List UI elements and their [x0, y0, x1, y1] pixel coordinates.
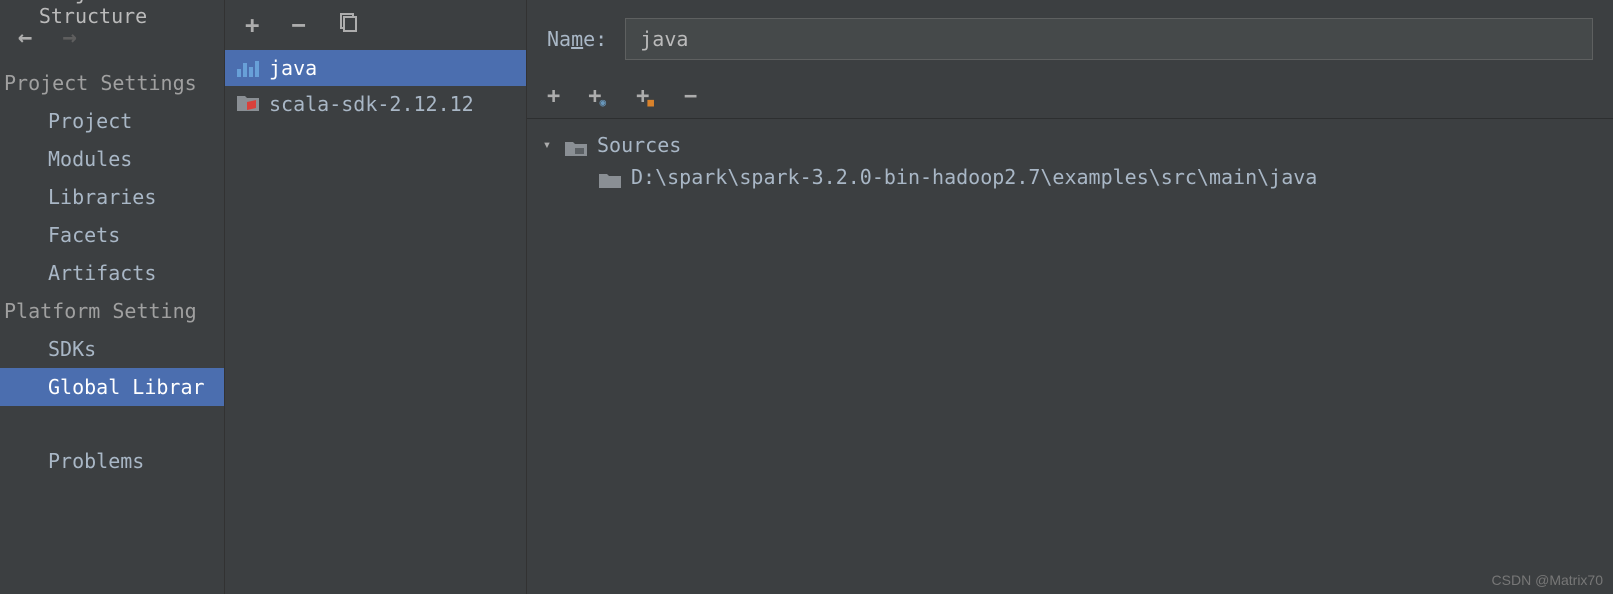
forward-arrow-icon[interactable]: →: [62, 25, 76, 49]
section-project-settings: Project Settings: [0, 64, 224, 102]
add-library-icon[interactable]: +: [245, 13, 259, 37]
nav-arrows: ← →: [0, 14, 224, 64]
sidebar-item-modules[interactable]: Modules: [0, 140, 224, 178]
scala-folder-icon: [237, 92, 259, 116]
sidebar-item-facets[interactable]: Facets: [0, 216, 224, 254]
sources-folder-icon: [565, 137, 587, 153]
tree-child-path[interactable]: D:\spark\spark-3.2.0-bin-hadoop2.7\examp…: [539, 161, 1601, 193]
sources-toolbar: + +◉ +■ −: [527, 78, 1613, 119]
remove-library-icon[interactable]: −: [291, 13, 305, 37]
java-library-icon: [237, 59, 259, 77]
section-platform-settings: Platform Setting: [0, 292, 224, 330]
sources-tree: ▾ Sources D:\spark\spark-3.2.0-bin-hadoo…: [527, 119, 1613, 203]
sidebar-item-global-libraries[interactable]: Global Librar: [0, 368, 224, 406]
sidebar-item-problems[interactable]: Problems: [0, 442, 224, 480]
name-input[interactable]: [625, 18, 1593, 60]
library-item-java[interactable]: java: [225, 50, 526, 86]
window-title-bar: Project Structure: [0, 0, 224, 14]
sidebar: Project Structure ← → Project Settings P…: [0, 0, 225, 594]
add-url-icon[interactable]: +◉: [588, 86, 608, 108]
watermark: CSDN @Matrix70: [1492, 572, 1603, 588]
library-toolbar: + −: [225, 0, 526, 50]
remove-item-icon[interactable]: −: [684, 86, 697, 108]
library-list: java scala-sdk-2.12.12: [225, 50, 526, 594]
library-item-scala-sdk[interactable]: scala-sdk-2.12.12: [225, 86, 526, 122]
name-row: Name:: [527, 0, 1613, 78]
sidebar-item-project[interactable]: Project: [0, 102, 224, 140]
tree-root-label: Sources: [597, 133, 681, 157]
name-label: Name:: [547, 27, 607, 51]
sidebar-item-libraries[interactable]: Libraries: [0, 178, 224, 216]
library-item-label: scala-sdk-2.12.12: [269, 92, 474, 116]
library-item-label: java: [269, 56, 317, 80]
tree-child-label: D:\spark\spark-3.2.0-bin-hadoop2.7\examp…: [631, 165, 1317, 189]
add-item-icon[interactable]: +: [547, 86, 560, 108]
library-details-panel: Name: + +◉ +■ − ▾ Sources: [527, 0, 1613, 594]
add-folder-icon[interactable]: +■: [636, 86, 656, 108]
sidebar-item-artifacts[interactable]: Artifacts: [0, 254, 224, 292]
chevron-down-icon[interactable]: ▾: [539, 137, 555, 153]
tree-root-sources[interactable]: ▾ Sources: [539, 129, 1601, 161]
copy-library-icon[interactable]: [338, 13, 358, 37]
sidebar-item-sdks[interactable]: SDKs: [0, 330, 224, 368]
folder-icon: [599, 169, 621, 185]
library-list-panel: + − java: [225, 0, 527, 594]
app-icon: [10, 0, 29, 15]
back-arrow-icon[interactable]: ←: [18, 25, 32, 49]
